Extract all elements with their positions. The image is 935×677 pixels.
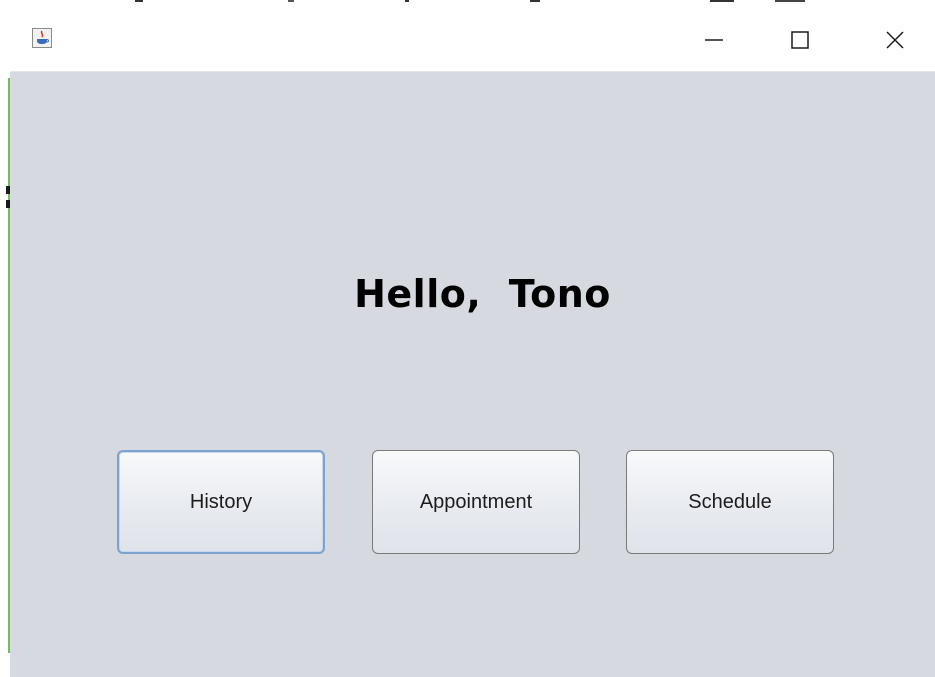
java-app-icon[interactable] <box>32 28 52 48</box>
maximize-button[interactable] <box>777 19 823 61</box>
schedule-button[interactable]: Schedule <box>626 450 834 554</box>
background-window-strip <box>135 0 805 2</box>
title-bar[interactable] <box>10 0 935 72</box>
background-desktop-edge <box>0 0 10 677</box>
history-button[interactable]: History <box>117 450 325 554</box>
close-icon <box>886 31 904 49</box>
greeting-label: Hello, Tono <box>354 272 611 316</box>
appointment-button[interactable]: Appointment <box>372 450 580 554</box>
maximize-icon <box>791 31 809 49</box>
app-window: Hello, Tono History Appointment Schedule <box>10 0 935 677</box>
minimize-button[interactable] <box>691 19 737 61</box>
minimize-icon <box>705 39 723 41</box>
close-button[interactable] <box>872 19 918 61</box>
